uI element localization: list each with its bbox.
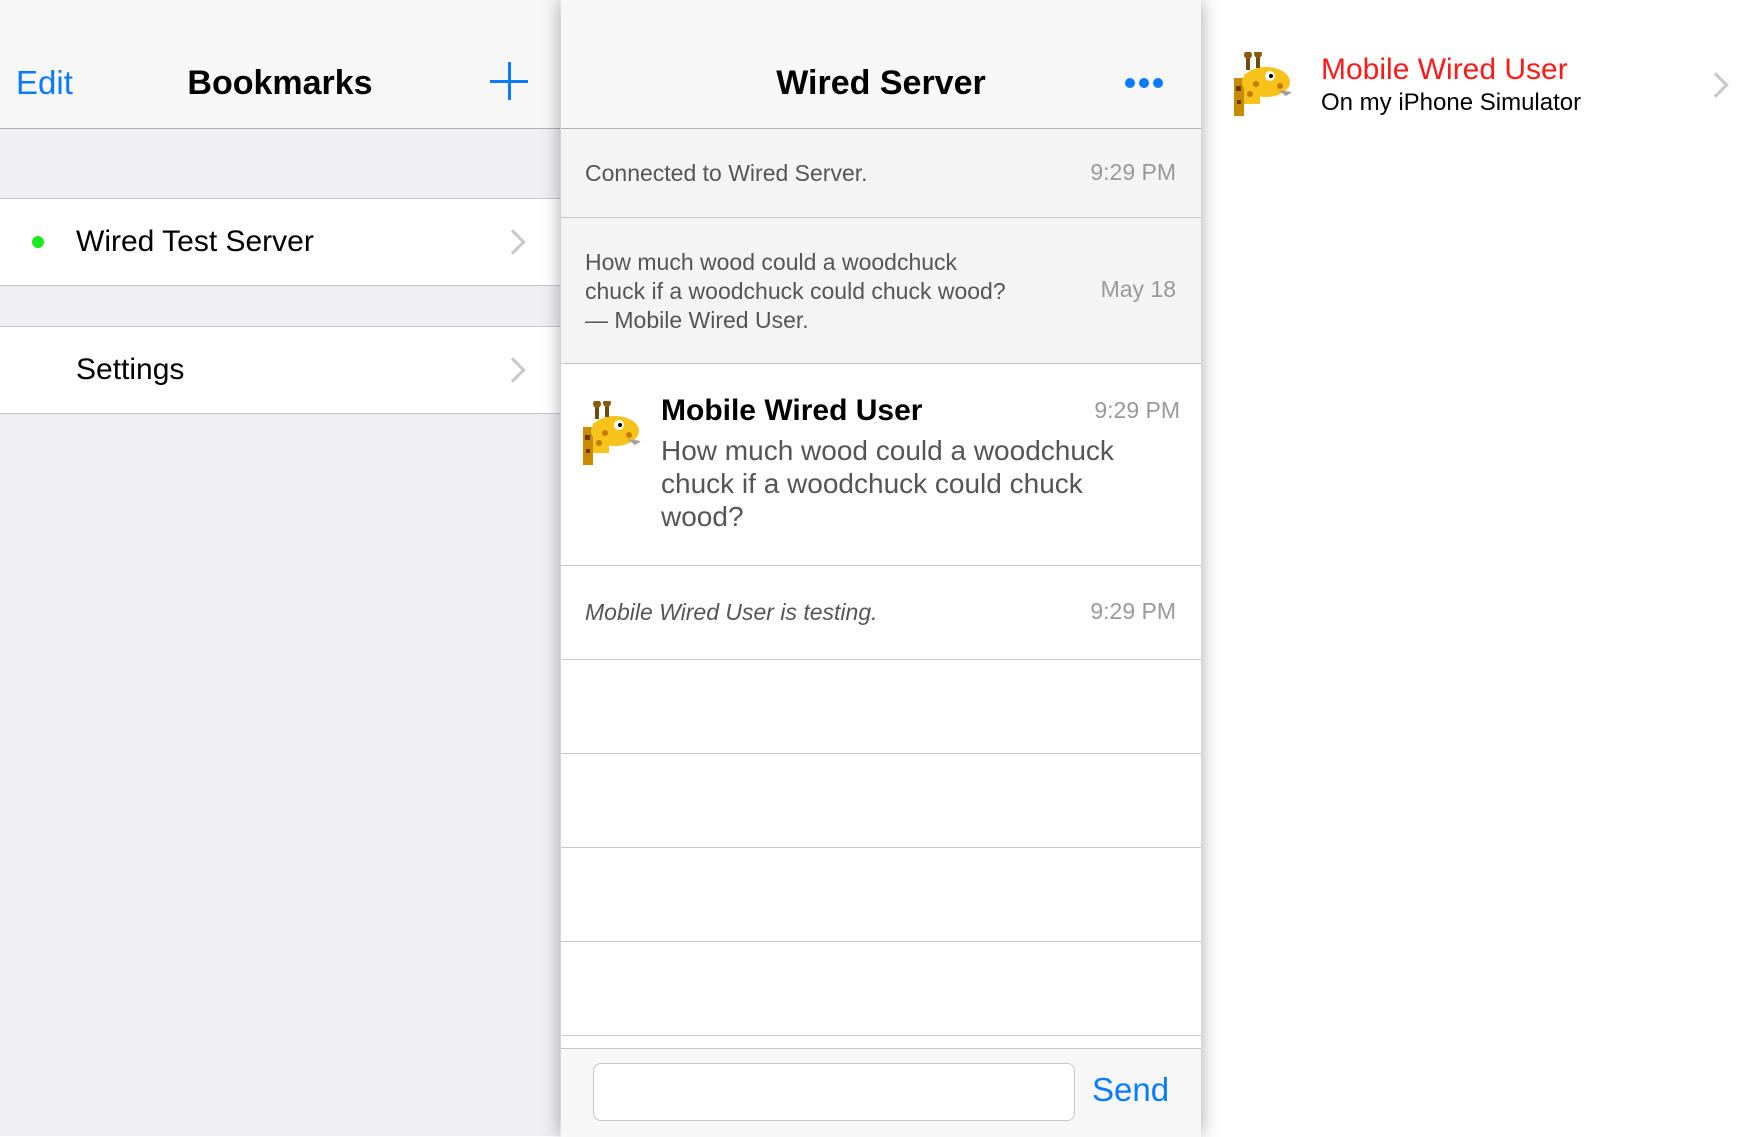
chat-navbar: Wired Server: [561, 0, 1201, 129]
ellipsis-icon[interactable]: [1125, 78, 1165, 90]
user-list-item[interactable]: Mobile Wired User On my iPhone Simulator: [1201, 40, 1760, 130]
chat-title: Wired Server: [776, 64, 986, 102]
bookmarks-title: Bookmarks: [187, 64, 373, 102]
chevron-right-icon: [1703, 72, 1729, 98]
message-time: 9:29 PM: [1090, 598, 1176, 624]
message-sender: Mobile Wired User: [661, 394, 923, 427]
chevron-right-icon: [500, 229, 526, 255]
chat-message-row: Mobile Wired User How much wood could a …: [561, 364, 1201, 566]
message-time: May 18: [1100, 276, 1176, 302]
chat-topic-row: How much wood could a woodchuck chuck if…: [561, 218, 1201, 364]
settings-item[interactable]: Settings: [0, 326, 560, 414]
event-text: Connected to Wired Server.: [585, 160, 868, 186]
bookmark-item-wired-test-server[interactable]: Wired Test Server: [0, 198, 560, 286]
empty-row: [561, 942, 1201, 1036]
send-button[interactable]: Send: [1092, 1071, 1169, 1109]
chat-event-row: Connected to Wired Server. 9:29 PM: [561, 129, 1201, 218]
chat-action-row: Mobile Wired User is testing. 9:29 PM: [561, 566, 1201, 660]
topic-text: How much wood could a woodchuck chuck if…: [585, 249, 1006, 333]
chat-pane: Wired Server Connected to Wired Server. …: [561, 0, 1201, 1137]
message-time: 9:29 PM: [1094, 397, 1180, 423]
status-dot-icon: [32, 236, 44, 248]
users-pane: Mobile Wired User On my iPhone Simulator: [1201, 0, 1760, 1136]
message-input[interactable]: [593, 1063, 1075, 1121]
message-input-bar: Send: [561, 1048, 1201, 1137]
bookmarks-pane: Edit Bookmarks Wired Test Server Setting…: [0, 0, 560, 1136]
chevron-right-icon: [500, 357, 526, 383]
user-status: On my iPhone Simulator: [1321, 89, 1582, 116]
bookmarks-navbar: Edit Bookmarks: [0, 0, 560, 129]
message-body: How much wood could a woodchuck chuck if…: [661, 435, 1114, 532]
giraffe-icon: [1234, 52, 1292, 116]
empty-row: [561, 660, 1201, 754]
giraffe-icon: [583, 401, 641, 465]
action-text: Mobile Wired User is testing.: [585, 599, 878, 625]
empty-row: [561, 754, 1201, 848]
user-name: Mobile Wired User: [1321, 53, 1568, 86]
empty-row: [561, 848, 1201, 942]
plus-icon[interactable]: [490, 62, 530, 102]
message-time: 9:29 PM: [1090, 159, 1176, 185]
bookmark-label: Wired Test Server: [76, 225, 314, 258]
settings-label: Settings: [76, 353, 185, 386]
